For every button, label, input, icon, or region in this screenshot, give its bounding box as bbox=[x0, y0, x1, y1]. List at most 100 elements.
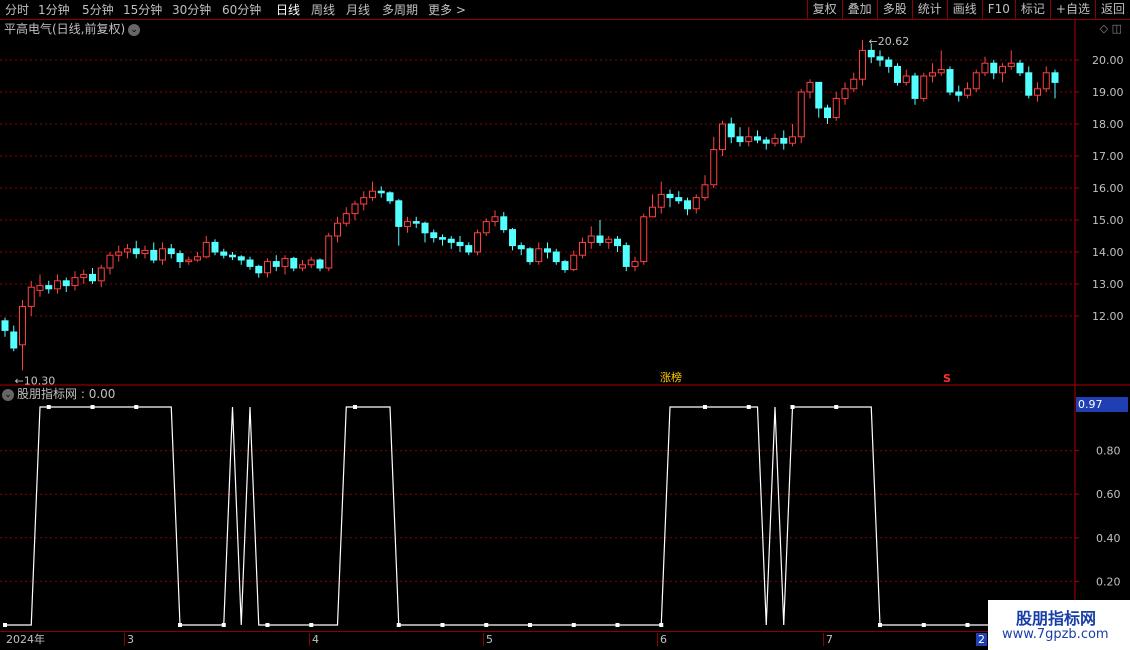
candle-body bbox=[614, 238, 621, 247]
candle-body bbox=[754, 136, 761, 141]
candle-body bbox=[447, 238, 455, 243]
candle-body bbox=[115, 251, 123, 256]
indicator-point bbox=[790, 405, 795, 409]
candle-body bbox=[964, 88, 971, 96]
candle-body bbox=[220, 251, 228, 256]
candle-body bbox=[535, 248, 543, 263]
candle-body bbox=[272, 261, 280, 267]
candle-body bbox=[430, 232, 438, 239]
candle-body bbox=[141, 249, 149, 255]
indicator-point bbox=[396, 623, 401, 627]
candle-body bbox=[1025, 72, 1033, 96]
candle-body bbox=[832, 97, 840, 119]
candle-body bbox=[806, 81, 814, 93]
candle-body bbox=[824, 107, 831, 119]
candle-body bbox=[1042, 72, 1050, 90]
candle-body bbox=[867, 49, 875, 58]
price-axis-label: 15.00 bbox=[1092, 214, 1124, 227]
date-month-6: 6 bbox=[657, 633, 667, 646]
chevron-down-icon[interactable]: ⌄ bbox=[128, 23, 141, 36]
price-axis-label: 17.00 bbox=[1092, 150, 1124, 163]
candle-body bbox=[727, 123, 735, 138]
candle-body bbox=[710, 149, 718, 186]
candle-body bbox=[885, 59, 893, 67]
candle-body bbox=[745, 136, 753, 143]
panel-icons[interactable]: ◇ ◫ bbox=[1100, 22, 1122, 35]
candle-body bbox=[185, 259, 193, 263]
indicator-point bbox=[484, 623, 489, 627]
candle-body bbox=[579, 241, 586, 256]
indicator-name: 股朋指标网 bbox=[17, 387, 78, 401]
candle-body bbox=[657, 193, 665, 208]
candle-body bbox=[456, 241, 464, 247]
candle-body bbox=[36, 285, 44, 291]
candle-body bbox=[167, 248, 175, 255]
indicator-point bbox=[3, 623, 7, 627]
candle-body bbox=[955, 91, 963, 96]
candle-body bbox=[937, 69, 945, 74]
candle-body bbox=[517, 245, 525, 250]
candle-body bbox=[859, 49, 866, 80]
candle-body bbox=[526, 248, 534, 263]
indicator-chevron-icon[interactable]: ⌄ bbox=[2, 388, 14, 401]
kline-chart[interactable]: 20.0019.0018.0017.0016.0015.0014.0013.00… bbox=[0, 0, 1130, 650]
indicator-point bbox=[571, 623, 576, 627]
candle-body bbox=[894, 65, 901, 83]
candle-body bbox=[395, 200, 403, 227]
candle-body bbox=[194, 256, 201, 261]
chart-title: 平高电气(日线,前复权) ⌄ bbox=[4, 21, 141, 37]
indicator-point bbox=[659, 623, 664, 627]
candle-body bbox=[334, 222, 341, 237]
candle-body bbox=[587, 235, 595, 243]
candle-body bbox=[570, 254, 578, 271]
candle-body bbox=[622, 245, 630, 267]
candle-body bbox=[10, 331, 18, 349]
candle-body bbox=[1051, 72, 1059, 83]
indicator-point bbox=[440, 623, 445, 627]
candle-body bbox=[27, 286, 35, 307]
candle-body bbox=[237, 256, 245, 261]
price-axis-label: 14.00 bbox=[1092, 246, 1124, 259]
indicator-axis-label: 0.60 bbox=[1096, 488, 1121, 501]
indicator-axis-label: 0.20 bbox=[1096, 575, 1121, 588]
candle-body bbox=[771, 137, 779, 144]
candle-body bbox=[307, 259, 315, 266]
candle-body bbox=[605, 238, 613, 243]
date-current-marker: 2 bbox=[976, 633, 987, 646]
candle-body bbox=[106, 254, 114, 269]
candle-body bbox=[920, 75, 928, 99]
candle-body bbox=[465, 245, 473, 253]
candle-body bbox=[552, 251, 560, 263]
indicator-point bbox=[46, 405, 51, 409]
candle-body bbox=[509, 229, 516, 247]
watermark: 股朋指标网 www.7gpzb.com bbox=[988, 600, 1130, 650]
indicator-point bbox=[309, 623, 314, 627]
candle-body bbox=[377, 190, 385, 194]
indicator-value: 0.00 bbox=[88, 387, 116, 401]
candle-body bbox=[54, 280, 61, 290]
indicator-axis-label: 0.40 bbox=[1096, 532, 1121, 545]
price-axis-label: 19.00 bbox=[1092, 86, 1124, 99]
price-axis-label: 16.00 bbox=[1092, 182, 1124, 195]
candle-body bbox=[299, 264, 306, 269]
candle-body bbox=[246, 259, 254, 267]
indicator-point bbox=[878, 623, 882, 627]
indicator-title: ⌄ 股朋指标网 : 0.00 bbox=[2, 386, 115, 402]
candle-body bbox=[990, 62, 998, 74]
candle-body bbox=[325, 235, 333, 269]
indicator-point bbox=[90, 405, 95, 409]
price-axis-label: 13.00 bbox=[1092, 278, 1124, 291]
date-year: 2024年 bbox=[6, 633, 45, 646]
candle-body bbox=[150, 249, 158, 261]
indicator-line bbox=[5, 406, 1082, 626]
indicator-point bbox=[965, 623, 970, 627]
candle-body bbox=[316, 259, 324, 269]
candle-body bbox=[80, 273, 88, 279]
candle-body bbox=[229, 254, 236, 258]
watermark-url: www.7gpzb.com bbox=[1002, 627, 1109, 642]
candle-body bbox=[176, 253, 184, 263]
candle-body bbox=[89, 273, 96, 282]
candle-body bbox=[631, 261, 639, 267]
candle-body bbox=[999, 65, 1006, 74]
candle-body bbox=[369, 190, 376, 199]
